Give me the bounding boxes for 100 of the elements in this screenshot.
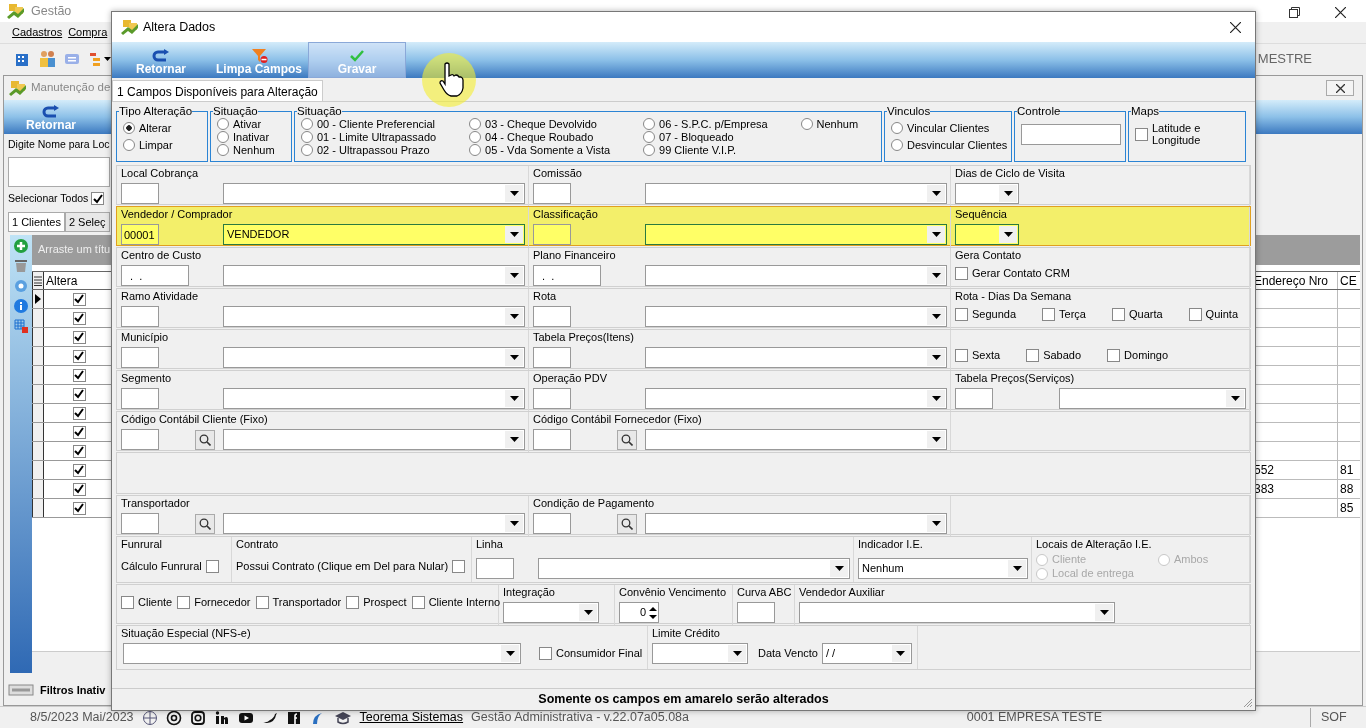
dropdown[interactable] <box>503 602 599 623</box>
checkbox[interactable] <box>1188 307 1202 321</box>
checkbox[interactable] <box>1111 307 1125 321</box>
dropdown[interactable] <box>652 643 748 664</box>
checkbox[interactable] <box>72 292 86 306</box>
close-button[interactable] <box>1326 80 1354 96</box>
text-field[interactable] <box>121 306 159 327</box>
search-field[interactable] <box>8 156 110 187</box>
dropdown[interactable] <box>223 265 525 286</box>
dropdown[interactable] <box>223 513 525 534</box>
trash-icon[interactable] <box>14 259 28 273</box>
dropdown[interactable] <box>223 306 525 327</box>
text-field[interactable] <box>121 388 159 409</box>
checkbox[interactable] <box>72 406 86 420</box>
people-icon[interactable] <box>38 50 56 68</box>
radio-button[interactable] <box>301 144 313 156</box>
checkbox[interactable] <box>72 311 86 325</box>
hierarchy-icon[interactable] <box>88 51 112 67</box>
row-header[interactable] <box>32 347 44 365</box>
checkbox[interactable] <box>1135 127 1148 141</box>
text-field[interactable] <box>121 429 159 450</box>
radio-button[interactable] <box>891 122 903 134</box>
text-field[interactable] <box>476 558 514 579</box>
tab[interactable]: 1 Campos Disponíveis para Alteração <box>112 80 323 101</box>
building-icon[interactable] <box>14 51 30 67</box>
checkbox[interactable] <box>346 595 360 609</box>
text-field[interactable] <box>533 429 571 450</box>
row-header[interactable] <box>32 442 44 460</box>
text-field[interactable]: . . <box>533 265 601 286</box>
text-field[interactable] <box>533 347 571 368</box>
text-field[interactable] <box>121 513 159 534</box>
menu-item[interactable]: Compra <box>68 24 108 41</box>
checkbox[interactable] <box>72 425 86 439</box>
checkbox[interactable] <box>72 444 86 458</box>
checkbox[interactable] <box>72 463 86 477</box>
radio-button[interactable] <box>800 118 813 130</box>
radio-button[interactable] <box>123 139 135 151</box>
row-header[interactable] <box>32 309 44 327</box>
dropdown[interactable] <box>538 558 850 579</box>
dropdown[interactable] <box>123 643 521 664</box>
checkbox[interactable] <box>72 330 86 344</box>
dropdown[interactable] <box>223 429 525 450</box>
add-icon[interactable] <box>14 239 28 253</box>
row-header[interactable] <box>32 423 44 441</box>
dropdown[interactable] <box>645 183 947 204</box>
dropdown[interactable] <box>645 347 947 368</box>
resize-grip-icon[interactable] <box>1243 698 1253 708</box>
row-header[interactable] <box>32 461 44 479</box>
number-spinner[interactable]: 0 <box>619 602 659 623</box>
text-field[interactable] <box>533 306 571 327</box>
search-button[interactable] <box>195 429 215 450</box>
row-header[interactable] <box>32 480 44 498</box>
text-field[interactable]: 00001 <box>121 224 159 245</box>
radio-button[interactable] <box>643 131 656 143</box>
checkbox[interactable] <box>539 647 552 660</box>
row-header[interactable] <box>32 499 44 517</box>
checkbox[interactable] <box>955 348 968 362</box>
dropdown[interactable] <box>645 265 947 286</box>
radio-button[interactable] <box>301 131 313 143</box>
graduation-cap-icon[interactable] <box>333 709 352 726</box>
text-field[interactable] <box>533 183 571 204</box>
dropdown[interactable] <box>799 602 1115 623</box>
checkbox[interactable] <box>955 266 968 280</box>
date-field[interactable]: / / <box>821 643 912 664</box>
checkbox[interactable] <box>255 595 269 609</box>
checkbox[interactable] <box>72 387 86 401</box>
square-logo-icon[interactable] <box>285 709 302 726</box>
dropdown[interactable] <box>645 429 947 450</box>
text-field[interactable] <box>533 513 571 534</box>
text-field[interactable]: . . <box>121 265 189 286</box>
tab[interactable]: 1 Clientes <box>8 211 65 231</box>
dropdown[interactable] <box>955 183 1019 204</box>
link[interactable]: Teorema Sistemas <box>359 708 464 727</box>
text-field[interactable] <box>1021 123 1121 145</box>
dropdown[interactable] <box>955 224 1019 245</box>
search-button[interactable] <box>195 513 215 534</box>
menu-item[interactable]: Cadastros <box>12 24 63 41</box>
dropdown[interactable] <box>645 513 947 534</box>
checkbox[interactable] <box>1042 307 1056 321</box>
dropdown[interactable] <box>1059 388 1246 409</box>
checkbox[interactable] <box>411 595 425 609</box>
dropdown[interactable] <box>223 347 525 368</box>
column-header[interactable]: CE <box>1338 272 1360 289</box>
radio-button[interactable] <box>643 118 656 130</box>
search-button[interactable] <box>617 429 637 450</box>
checkbox[interactable] <box>72 501 86 515</box>
profile-icon[interactable] <box>213 709 230 726</box>
text-field[interactable] <box>121 183 159 204</box>
column-chooser-icon[interactable] <box>34 275 42 286</box>
text-field[interactable] <box>533 224 571 245</box>
camera-icon[interactable] <box>189 709 206 726</box>
radio-button[interactable] <box>469 131 482 143</box>
radio-button[interactable] <box>891 139 903 151</box>
row-header[interactable] <box>32 366 44 384</box>
text-field[interactable] <box>121 347 159 368</box>
spin-arrows-icon[interactable] <box>648 604 658 621</box>
dropdown[interactable]: Nenhum <box>858 558 1028 579</box>
checkbox[interactable] <box>955 307 968 321</box>
checkbox[interactable] <box>205 559 219 573</box>
radio-button[interactable] <box>217 118 229 130</box>
